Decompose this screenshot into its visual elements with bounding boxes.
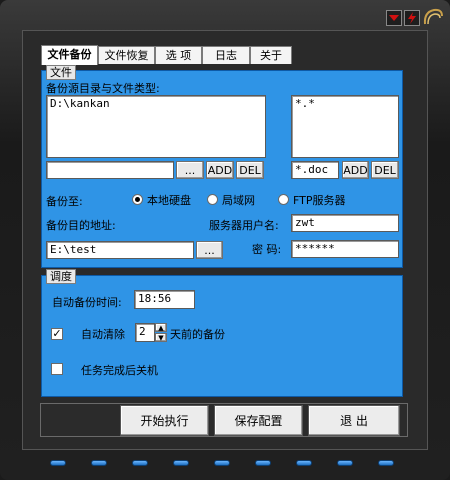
auto-clean-checkbox[interactable]: ✓ (51, 328, 63, 340)
radio-ftp-label: FTP服务器 (293, 194, 346, 207)
exit-button[interactable]: 退 出 (308, 405, 400, 436)
minimize-icon (389, 15, 399, 21)
indicator-light (173, 460, 189, 466)
triangle-down-icon: ▼ (158, 334, 164, 342)
radio-local-disk[interactable] (132, 194, 143, 205)
browse-source-button[interactable]: ... (176, 161, 204, 179)
days-spinner-input[interactable]: 2 (135, 323, 155, 342)
del-type-button[interactable]: DEL (371, 161, 399, 179)
radio-lan-label: 局域网 (222, 194, 255, 207)
tab-options[interactable]: 选 项 (155, 46, 202, 64)
del-dir-button[interactable]: DEL (236, 161, 264, 179)
server-user-input[interactable]: zwt (291, 214, 399, 232)
indicator-light (296, 460, 312, 466)
add-dir-button[interactable]: ADD (206, 161, 234, 179)
list-item[interactable]: D:\kankan (50, 97, 262, 110)
start-button[interactable]: 开始执行 (120, 405, 209, 436)
add-type-button[interactable]: ADD (342, 161, 369, 179)
backup-to-label: 备份至: (46, 195, 83, 208)
shutdown-label: 任务完成后关机 (81, 364, 158, 377)
browse-dest-button[interactable]: ... (196, 241, 223, 259)
minimize-button[interactable] (386, 10, 402, 26)
indicator-light (378, 460, 394, 466)
auto-time-input[interactable]: 18:56 (134, 290, 195, 309)
auto-time-label: 自动备份时间: (52, 296, 122, 309)
indicator-light (132, 460, 148, 466)
tab-log[interactable]: 日志 (202, 46, 250, 64)
radio-lan[interactable] (207, 194, 218, 205)
logo-swirl (422, 6, 444, 28)
lightning-icon (408, 12, 416, 24)
dir-input[interactable] (46, 161, 174, 179)
days-down-button[interactable]: ▼ (155, 333, 167, 342)
password-input[interactable]: ****** (291, 240, 399, 258)
server-user-label: 服务器用户名: (209, 219, 279, 232)
dest-input[interactable]: E:\test (46, 241, 194, 259)
save-config-button[interactable]: 保存配置 (214, 405, 303, 436)
auto-clean-label: 自动清除 (81, 328, 125, 341)
swirl-icon (423, 8, 443, 25)
indicator-light (50, 460, 66, 466)
shutdown-checkbox[interactable] (51, 363, 63, 375)
dest-label: 备份目的地址: (46, 219, 116, 232)
radio-ftp[interactable] (278, 194, 289, 205)
close-button[interactable] (404, 10, 420, 26)
indicator-light (337, 460, 353, 466)
radio-local-label: 本地硬盘 (147, 194, 191, 207)
password-label: 密 码: (252, 243, 282, 256)
schedule-group-legend: 调度 (46, 269, 76, 284)
type-input[interactable]: *.doc (291, 161, 339, 179)
indicator-light (91, 460, 107, 466)
source-dir-list[interactable]: D:\kankan (46, 95, 266, 158)
days-up-button[interactable]: ▲ (155, 323, 167, 332)
source-label: 备份源目录与文件类型: (46, 82, 160, 95)
triangle-up-icon: ▲ (158, 324, 164, 332)
list-item[interactable]: *.* (295, 97, 395, 110)
tab-file-backup[interactable]: 文件备份 (41, 45, 98, 65)
file-type-list[interactable]: *.* (291, 95, 399, 158)
tab-file-restore[interactable]: 文件恢复 (98, 46, 155, 64)
indicator-light (214, 460, 230, 466)
days-suffix-label: 天前的备份 (170, 328, 225, 341)
tab-about[interactable]: 关于 (250, 46, 292, 64)
indicator-light (255, 460, 271, 466)
file-group-legend: 文件 (46, 65, 76, 80)
